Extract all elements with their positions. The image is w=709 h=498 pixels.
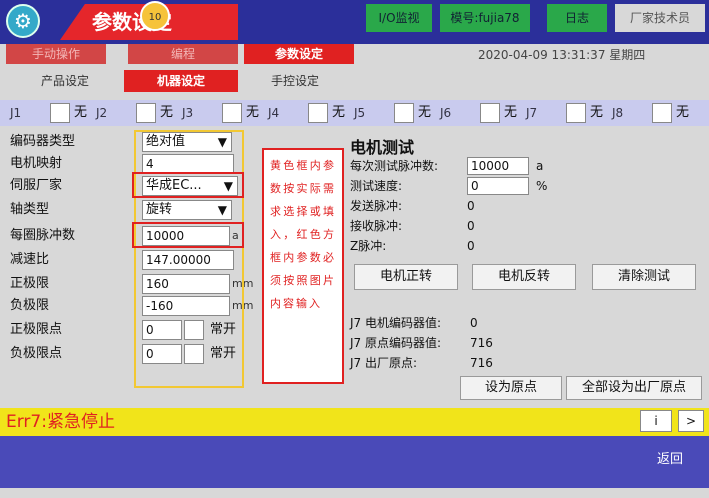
tab-product-settings[interactable]: 产品设定	[10, 70, 120, 92]
motor-encoder-value: 0	[470, 316, 478, 330]
next-error-button[interactable]: >	[678, 410, 704, 432]
joint-value: 无	[418, 105, 432, 120]
required-pulses-highlight	[132, 222, 244, 248]
positive-limit-point-label: 正极限点	[10, 322, 63, 337]
datetime-display: 2020-04-09 13:31:37 星期四	[478, 48, 646, 62]
joint-value: 无	[74, 105, 88, 120]
joint-label: J4	[268, 106, 280, 120]
received-pulse-value: 0	[467, 219, 475, 233]
joint-label: J5	[354, 106, 366, 120]
joint-j7[interactable]: J7 无	[526, 103, 612, 123]
joint-j3[interactable]: J3 无	[182, 103, 268, 123]
joint-value: 无	[160, 105, 174, 120]
joint-j6[interactable]: J6 无	[440, 103, 526, 123]
motor-test-title: 电机测试	[350, 138, 415, 157]
reduction-ratio-label: 减速比	[10, 252, 50, 267]
negative-limit-point-label: 负极限点	[10, 346, 63, 361]
origin-encoder-value: 716	[470, 336, 493, 350]
settings-gear-icon[interactable]: ⚙	[6, 4, 40, 38]
motor-map-label: 电机映射	[10, 156, 63, 171]
joint-checkbox[interactable]	[308, 103, 328, 123]
io-monitor-button[interactable]: I/O监视	[366, 4, 432, 32]
joint-checkbox[interactable]	[652, 103, 672, 123]
joint-value: 无	[246, 105, 260, 120]
received-pulse-label: 接收脉冲:	[350, 219, 403, 233]
joint-j4[interactable]: J4 无	[268, 103, 354, 123]
joint-label: J3	[182, 106, 194, 120]
encoder-type-label: 编码器类型	[10, 134, 76, 149]
z-pulse-value: 0	[467, 239, 475, 253]
joint-value: 无	[676, 105, 690, 120]
axis-type-label: 轴类型	[10, 202, 50, 217]
joint-value: 无	[332, 105, 346, 120]
optional-params-highlight	[134, 130, 244, 388]
motor-reverse-button[interactable]: 电机反转	[472, 264, 576, 290]
joint-checkbox[interactable]	[50, 103, 70, 123]
z-pulse-label: Z脉冲:	[350, 239, 387, 253]
servo-vendor-label: 伺服厂家	[10, 178, 63, 193]
bottom-bar	[0, 436, 709, 488]
joint-label: J1	[10, 106, 22, 120]
joint-label: J8	[612, 106, 624, 120]
tab-parameter-settings[interactable]: 参数设定	[244, 44, 354, 64]
error-message: Err7:紧急停止	[6, 412, 115, 432]
joint-j8[interactable]: J8 无	[612, 103, 706, 123]
tab-hand-control-settings[interactable]: 手控设定	[240, 70, 350, 92]
joint-j2[interactable]: J2 无	[96, 103, 182, 123]
joint-value: 无	[590, 105, 604, 120]
tab-programming[interactable]: 编程	[128, 44, 238, 64]
test-speed-field[interactable]: 0	[467, 177, 529, 195]
joint-checkbox[interactable]	[222, 103, 242, 123]
sent-pulse-value: 0	[467, 199, 475, 213]
hmi-screen: ⚙ 参数设定 10 I/O监视 模号:fujia78 日志 厂家技术员 手动操作…	[0, 0, 709, 498]
required-vendor-highlight	[132, 172, 244, 198]
test-pulse-label: 每次测试脉冲数:	[350, 159, 439, 173]
test-pulse-field[interactable]: 10000	[467, 157, 529, 175]
factory-origin-value: 716	[470, 356, 493, 370]
tab-manual-operation[interactable]: 手动操作	[6, 44, 106, 64]
joint-checkbox[interactable]	[394, 103, 414, 123]
test-pulse-unit: a	[536, 159, 544, 173]
tab-machine-settings[interactable]: 机器设定	[124, 70, 238, 92]
joint-checkbox[interactable]	[136, 103, 156, 123]
joint-checkbox[interactable]	[566, 103, 586, 123]
joint-checkbox[interactable]	[480, 103, 500, 123]
test-speed-unit: %	[536, 179, 548, 193]
user-level-button[interactable]: 厂家技术员	[615, 4, 705, 32]
sent-pulse-label: 发送脉冲:	[350, 199, 403, 213]
joint-j1[interactable]: J1 无	[10, 103, 96, 123]
joint-value: 无	[504, 105, 518, 120]
joint-label: J7	[526, 106, 538, 120]
origin-encoder-label: J7 原点编码器值:	[350, 336, 442, 350]
pulses-per-rev-label: 每圈脉冲数	[10, 228, 76, 243]
set-origin-button[interactable]: 设为原点	[460, 376, 562, 400]
clear-test-button[interactable]: 清除测试	[592, 264, 696, 290]
log-button[interactable]: 日志	[547, 4, 607, 32]
joint-label: J2	[96, 106, 108, 120]
negative-limit-label: 负极限	[10, 298, 50, 313]
factory-origin-label: J7 出厂原点:	[350, 356, 418, 370]
model-button[interactable]: 模号:fujia78	[440, 4, 530, 32]
back-button[interactable]: 返回	[640, 446, 700, 474]
joint-label: J6	[440, 106, 452, 120]
hand-pointer-icon: 10	[140, 1, 170, 31]
joint-j5[interactable]: J5 无	[354, 103, 440, 123]
motor-encoder-label: J7 电机编码器值:	[350, 316, 442, 330]
info-button[interactable]: i	[640, 410, 672, 432]
instruction-note: 黄色框内参数按实际需求选择或填入，红色方框内参数必须按照图片内容输入	[262, 148, 344, 384]
set-all-factory-origin-button[interactable]: 全部设为出厂原点	[566, 376, 702, 400]
test-speed-label: 测试速度:	[350, 179, 403, 193]
positive-limit-label: 正极限	[10, 276, 50, 291]
motor-forward-button[interactable]: 电机正转	[354, 264, 458, 290]
